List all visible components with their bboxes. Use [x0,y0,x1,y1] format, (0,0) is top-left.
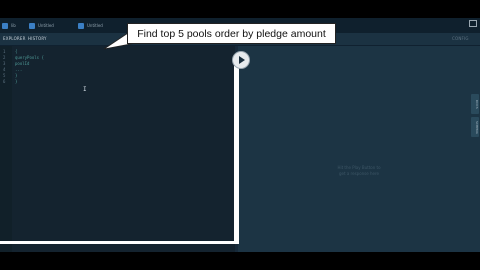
annotation-callout: Find top 5 pools order by pledge amount [127,23,336,44]
callout-text: Find top 5 pools order by pledge amount [137,27,326,40]
